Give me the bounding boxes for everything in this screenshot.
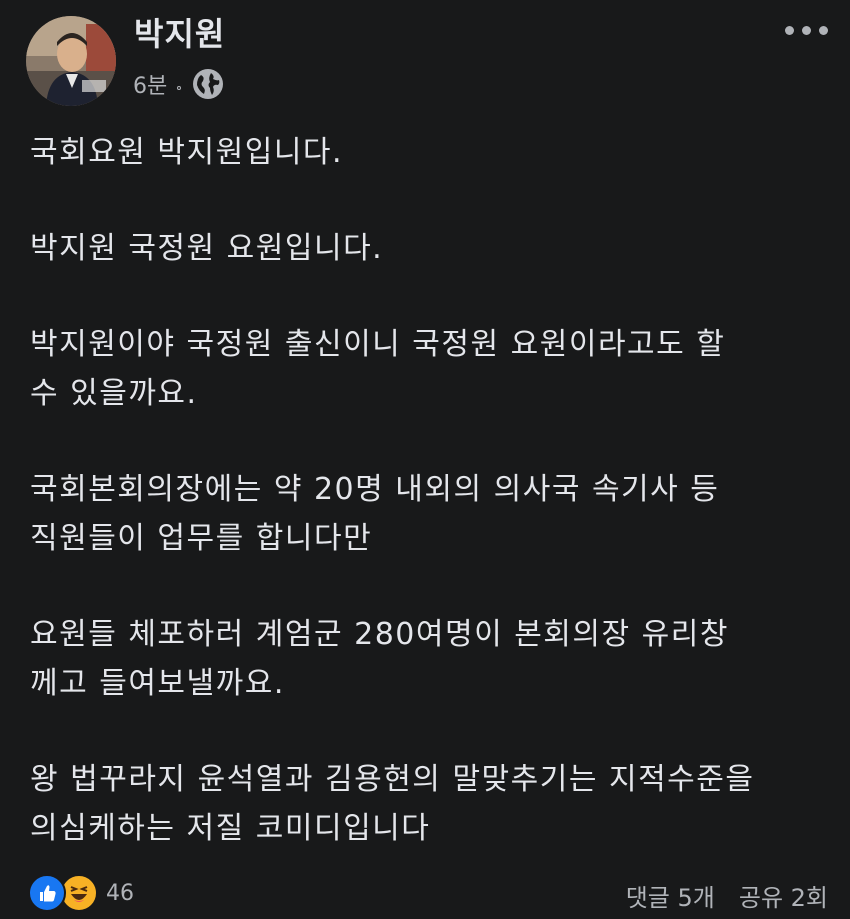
reaction-count: 46 bbox=[106, 880, 134, 906]
post-paragraph: 국회본회의장에는 약 20명 내외의 의사국 속기사 등 직원들이 업무를 합니… bbox=[30, 472, 720, 556]
separator-dot bbox=[177, 86, 182, 90]
author-name[interactable]: 박지원 bbox=[134, 14, 225, 54]
globe-icon[interactable] bbox=[191, 67, 225, 101]
post-card: 박지원 6분 국회요원 박지원입니다. 박지원 국정원 요원입니다. 박지원이야… bbox=[0, 0, 850, 919]
post-paragraph: 국회요원 박지원입니다. bbox=[30, 135, 344, 170]
post-paragraph: 박지원 국정원 요원입니다. bbox=[30, 231, 384, 266]
more-options-icon[interactable] bbox=[785, 26, 828, 35]
post-time[interactable]: 6분 bbox=[133, 68, 167, 100]
avatar[interactable] bbox=[26, 16, 116, 106]
post-paragraph: 요원들 체포하러 계엄군 280여명이 본회의장 유리창 께고 들여보낼까요. bbox=[30, 617, 729, 701]
post-meta: 6분 bbox=[133, 66, 225, 102]
post-stats: 댓글 5개 공유 2회 bbox=[626, 878, 828, 913]
comments-count[interactable]: 댓글 5개 bbox=[626, 878, 715, 913]
avatar-image bbox=[26, 16, 116, 106]
post-text: 국회요원 박지원입니다. 박지원 국정원 요원입니다. 박지원이야 국정원 출신… bbox=[30, 128, 830, 900]
more-dot bbox=[802, 26, 811, 35]
like-icon bbox=[28, 874, 66, 912]
post-paragraph: 왕 법꾸라지 윤석열과 김용현의 말맞추기는 지적수준을 의심케하는 저질 코미… bbox=[30, 762, 755, 846]
more-dot bbox=[819, 26, 828, 35]
reactions-summary[interactable]: 46 bbox=[28, 874, 134, 912]
more-dot bbox=[785, 26, 794, 35]
post-footer: 46 댓글 5개 공유 2회 bbox=[0, 868, 850, 918]
shares-count[interactable]: 공유 2회 bbox=[739, 878, 828, 913]
post-paragraph: 박지원이야 국정원 출신이니 국정원 요원이라고도 할 수 있을까요. bbox=[30, 327, 726, 411]
